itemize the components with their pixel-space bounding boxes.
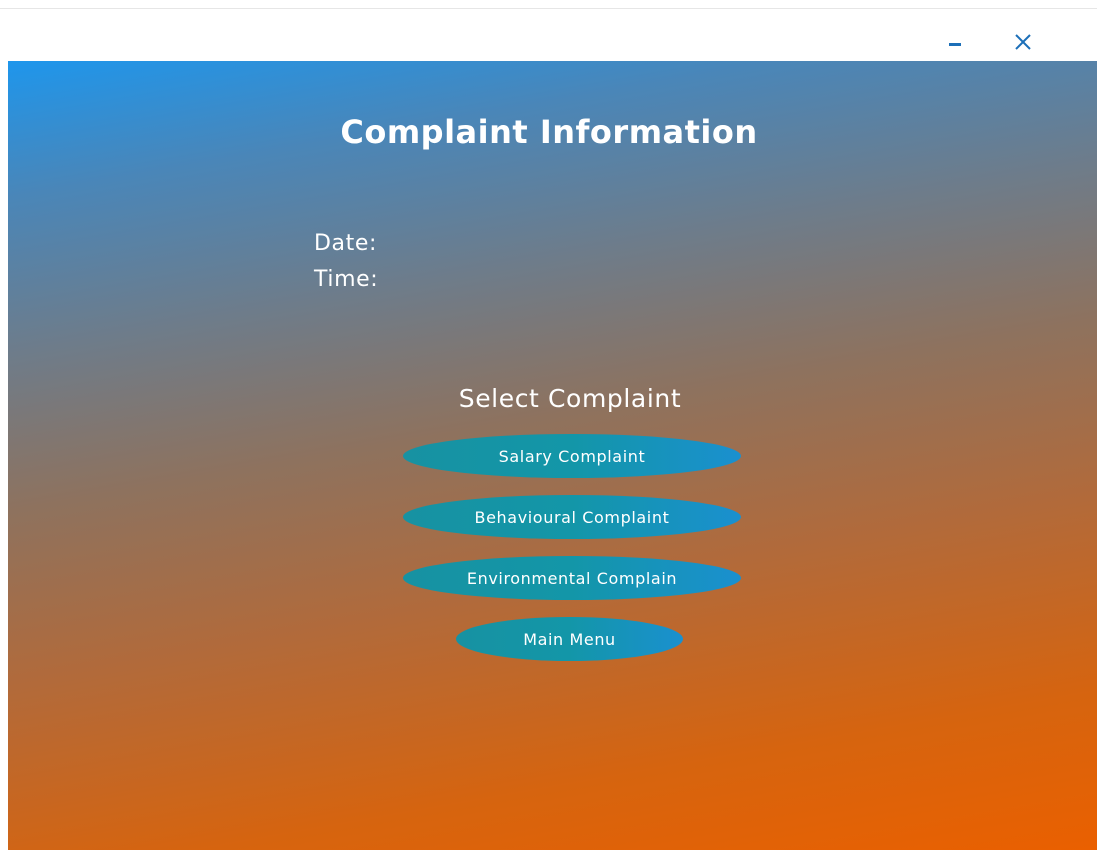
behavioural-complaint-button[interactable]: Behavioural Complaint [403, 495, 741, 539]
page-title: Complaint Information [340, 113, 758, 151]
main-menu-button[interactable]: Main Menu [456, 617, 683, 661]
date-label: Date: [314, 231, 377, 256]
close-icon [1015, 34, 1031, 50]
minimize-icon [949, 42, 961, 46]
salary-complaint-button[interactable]: Salary Complaint [403, 434, 741, 478]
minimize-button[interactable] [935, 27, 975, 57]
select-complaint-heading: Select Complaint [458, 384, 682, 413]
environmental-complaint-button[interactable]: Environmental Complain [403, 556, 741, 600]
app-window: Complaint Information Date: Time: Select… [0, 0, 1097, 850]
close-button[interactable] [1003, 27, 1043, 57]
complaint-panel: Complaint Information Date: Time: Select… [8, 61, 1097, 850]
title-bar [0, 9, 1097, 61]
time-label: Time: [314, 267, 379, 292]
